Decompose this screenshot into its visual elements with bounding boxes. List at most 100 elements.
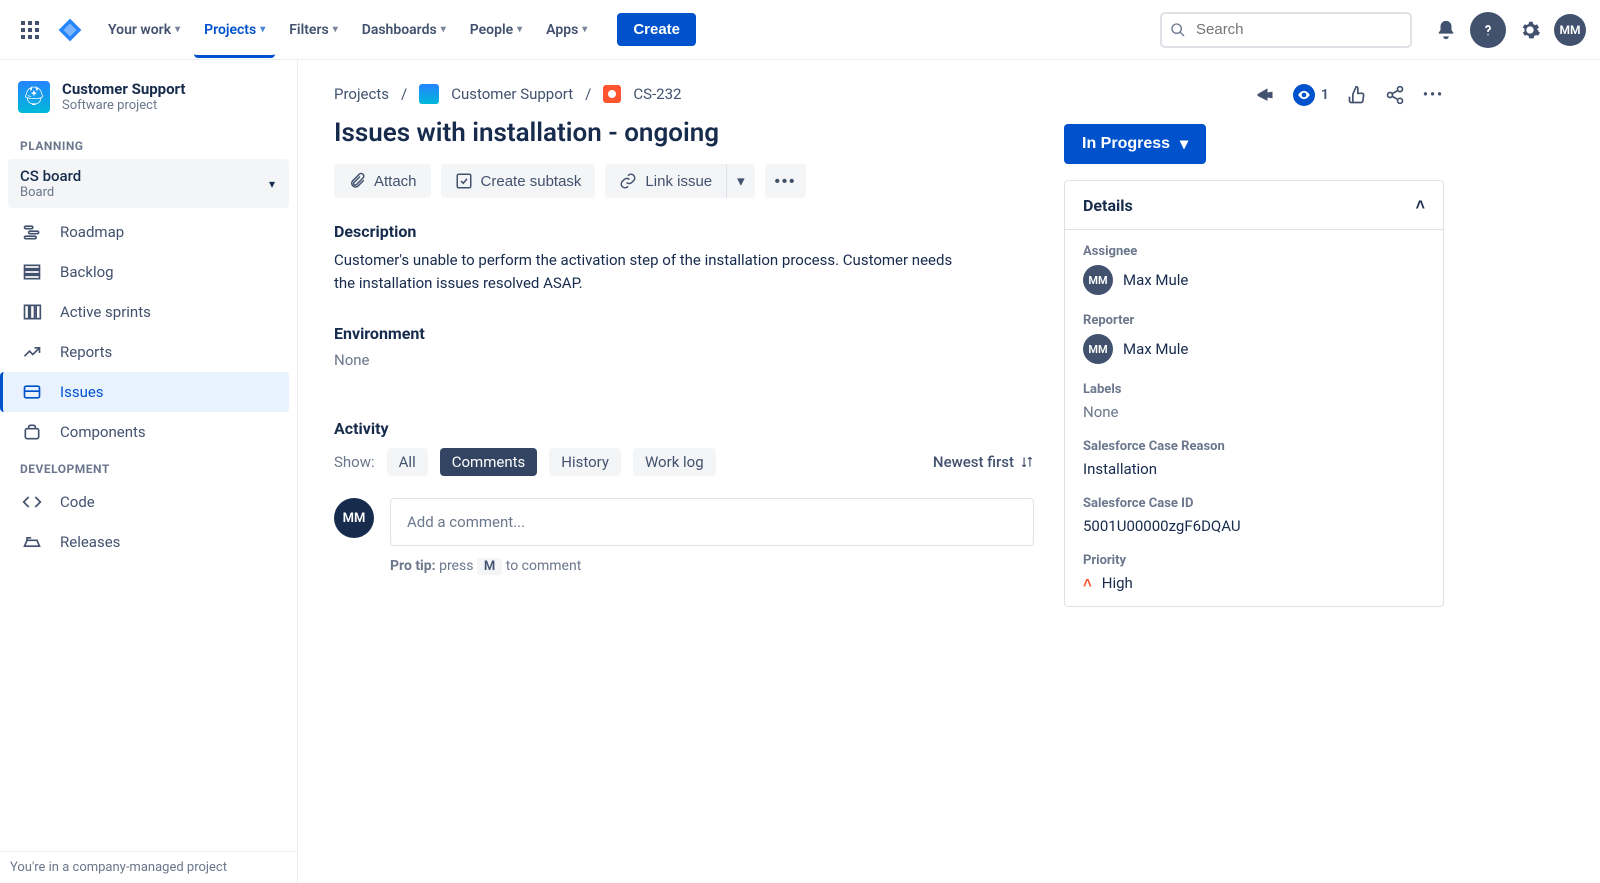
board-selector[interactable]: CS board Board ▾ [8,159,289,208]
details-header[interactable]: Details ˄ [1065,181,1443,230]
field-sf-id[interactable]: Salesforce Case ID 5001U00000zgF6DQAU [1083,496,1425,535]
sidebar-item-sprints[interactable]: Active sprints [8,292,289,332]
backlog-icon [20,262,44,282]
more-actions-button[interactable]: ••• [765,164,807,198]
field-label: Reporter [1083,313,1425,328]
attach-button[interactable]: Attach [334,164,431,198]
watchers-count: 1 [1321,87,1329,103]
activity-heading: Activity [334,419,1034,438]
priority-value: High [1102,574,1133,592]
breadcrumb: Projects / Customer Support / CS-232 [334,84,1034,104]
field-assignee[interactable]: Assignee MMMax Mule [1083,244,1425,295]
breadcrumb-issue-key[interactable]: CS-232 [633,85,681,103]
more-icon[interactable]: ••• [1423,87,1444,103]
link-issue-button[interactable]: Link issue [605,164,726,198]
sort-label: Newest first [933,453,1014,471]
chevron-down-icon: ▾ [737,172,745,190]
tab-worklog[interactable]: Work log [633,448,716,476]
project-icon: ⛑ [18,81,50,113]
nav-apps[interactable]: Apps▾ [536,2,597,58]
settings-icon[interactable] [1512,12,1548,48]
search-input[interactable] [1160,12,1412,48]
field-label: Labels [1083,382,1425,397]
help-icon[interactable] [1470,12,1506,48]
breadcrumb-sep: / [585,85,591,103]
nav-dashboards[interactable]: Dashboards▾ [352,2,456,58]
show-label: Show: [334,453,375,471]
status-dropdown[interactable]: In Progress▾ [1064,124,1206,164]
project-name: Customer Support [62,80,186,98]
sort-icon [1020,455,1034,469]
sidebar-item-backlog[interactable]: Backlog [8,252,289,292]
project-type: Software project [62,98,186,113]
field-reporter[interactable]: Reporter MM Max Mule [1083,313,1425,364]
sidebar-item-code[interactable]: Code [8,482,289,522]
environment-heading: Environment [334,324,1034,343]
vote-icon[interactable] [1347,85,1367,105]
issue-sidebar: 1 ••• In Progress▾ Details ˄ Assignee MM… [1064,84,1464,883]
sidebar-item-label: Backlog [60,263,114,281]
code-icon [20,492,44,512]
subtask-label: Create subtask [481,173,582,190]
more-icon: ••• [775,173,797,190]
assignee-avatar: MM [1083,265,1113,295]
sidebar-item-label: Reports [60,343,112,361]
field-label: Priority [1083,553,1425,568]
board-name: CS board [20,167,277,185]
sidebar-item-reports[interactable]: Reports [8,332,289,372]
watchers-button[interactable]: 1 [1293,84,1329,106]
issue-title[interactable]: Issues with installation - ongoing [334,118,1034,148]
sidebar-item-issues[interactable]: Issues [0,372,289,412]
user-avatar[interactable]: MM [1554,14,1586,46]
tab-comments[interactable]: Comments [440,448,538,476]
field-sf-reason[interactable]: Salesforce Case Reason Installation [1083,439,1425,478]
comment-input[interactable]: Add a comment... [390,498,1034,546]
share-icon[interactable] [1385,85,1405,105]
breadcrumb-project[interactable]: Customer Support [451,85,573,103]
field-labels[interactable]: Labels None [1083,382,1425,421]
sidebar-item-label: Components [60,423,146,441]
notifications-icon[interactable] [1428,12,1464,48]
sidebar-item-releases[interactable]: Releases [8,522,289,562]
nav-filters[interactable]: Filters▾ [279,2,347,58]
sidebar-item-label: Active sprints [60,303,151,321]
feedback-icon[interactable] [1255,85,1275,105]
link-label: Link issue [645,173,712,190]
labels-value: None [1083,403,1425,421]
reporter-avatar: MM [1083,334,1113,364]
field-label: Assignee [1083,244,1425,259]
tab-history[interactable]: History [549,448,621,476]
sidebar-item-components[interactable]: Components [8,412,289,452]
field-label: Salesforce Case Reason [1083,439,1425,454]
breadcrumb-projects[interactable]: Projects [334,85,389,103]
reports-icon [20,342,44,362]
description-text[interactable]: Customer's unable to perform the activat… [334,249,974,294]
sf-id-value: 5001U00000zgF6DQAU [1083,517,1425,535]
issue-type-icon [603,85,621,103]
nav-your-work[interactable]: Your work▾ [98,2,190,58]
tab-all[interactable]: All [387,448,428,476]
board-sub: Board [20,185,277,200]
sidebar-item-label: Code [60,493,95,511]
sort-button[interactable]: Newest first [933,453,1034,471]
reporter-name: Max Mule [1123,340,1188,358]
section-development: DEVELOPMENT [8,452,289,482]
section-planning: PLANNING [8,129,289,159]
nav-projects[interactable]: Projects▾ [194,2,275,58]
activity-tabs: Show: All Comments History Work log Newe… [334,448,1034,476]
issues-icon [20,382,44,402]
create-button[interactable]: Create [617,13,696,46]
chevron-up-icon: ˄ [1416,195,1425,215]
status-label: In Progress [1082,135,1170,153]
app-switcher-icon[interactable] [14,14,46,46]
search-wrap [1160,12,1412,48]
chevron-down-icon: ▾ [269,177,275,191]
environment-value[interactable]: None [334,351,1034,369]
sidebar-item-roadmap[interactable]: Roadmap [8,212,289,252]
field-label: Salesforce Case ID [1083,496,1425,511]
field-priority[interactable]: Priority ˄High [1083,553,1425,592]
jira-logo-icon[interactable] [56,16,84,44]
nav-people[interactable]: People▾ [460,2,532,58]
link-issue-dropdown[interactable]: ▾ [726,164,755,198]
create-subtask-button[interactable]: Create subtask [441,164,596,198]
